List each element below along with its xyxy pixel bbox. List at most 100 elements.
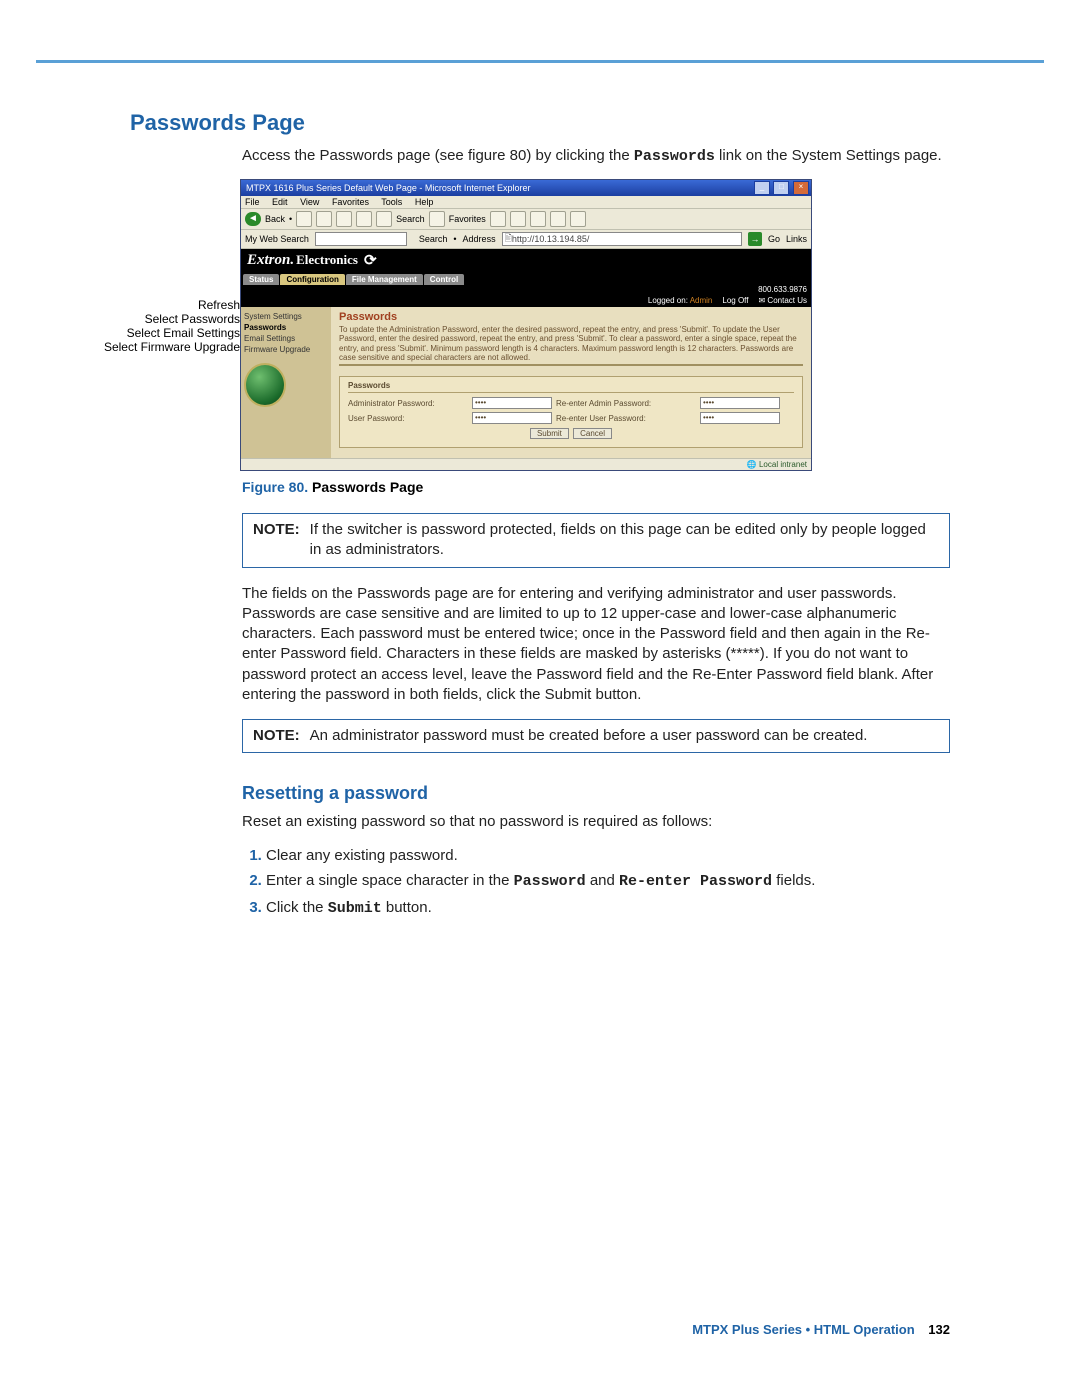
- tab-configuration[interactable]: Configuration: [280, 274, 344, 285]
- toolbar: ◄ Back • Search Favorites: [241, 209, 811, 230]
- mywebsearch-input[interactable]: [315, 232, 407, 246]
- step-2-e: fields.: [772, 872, 815, 889]
- menu-tools[interactable]: Tools: [381, 197, 402, 207]
- user-password-re-label: Re-enter User Password:: [556, 414, 696, 423]
- reset-heading: Resetting a password: [242, 783, 950, 804]
- go-button[interactable]: →: [748, 232, 762, 246]
- user-password-re-input[interactable]: ••••: [700, 412, 780, 424]
- close-button[interactable]: ×: [793, 181, 809, 195]
- sub-banner: 800.633.9876: [241, 285, 811, 296]
- search-icon[interactable]: [376, 211, 392, 227]
- logged-on-label: Logged on:: [648, 296, 688, 305]
- history-icon[interactable]: [490, 211, 506, 227]
- user-password-row: User Password: •••• Re-enter User Passwo…: [348, 412, 794, 424]
- menu-view[interactable]: View: [300, 197, 319, 207]
- submit-button[interactable]: Submit: [530, 428, 569, 439]
- minimize-button[interactable]: _: [754, 181, 770, 195]
- refresh-button[interactable]: [336, 211, 352, 227]
- status-text: Local intranet: [759, 460, 807, 469]
- body-paragraph: The fields on the Passwords page are for…: [242, 584, 950, 706]
- maximize-button[interactable]: □: [773, 181, 789, 195]
- window-titlebar: MTPX 1616 Plus Series Default Web Page -…: [241, 180, 811, 196]
- menu-favorites[interactable]: Favorites: [332, 197, 369, 207]
- intro-text-c: link on the System Settings page.: [715, 147, 942, 164]
- print-icon[interactable]: [530, 211, 546, 227]
- intro-paragraph: Access the Passwords page (see figure 80…: [242, 146, 950, 167]
- tab-control[interactable]: Control: [424, 274, 464, 285]
- forward-button[interactable]: [296, 211, 312, 227]
- cancel-button[interactable]: Cancel: [573, 428, 612, 439]
- admin-password-re-label: Re-enter Admin Password:: [556, 399, 696, 408]
- sidemenu-system-settings[interactable]: System Settings: [244, 311, 328, 322]
- menu-bar: File Edit View Favorites Tools Help: [241, 196, 811, 209]
- note-box-1: NOTE: If the switcher is password protec…: [242, 513, 950, 568]
- brand-extron: Extron: [247, 252, 290, 269]
- mywebsearch-label: My Web Search: [245, 234, 309, 244]
- address-label: Address: [463, 234, 496, 244]
- sub-banner-2: Logged on: Admin Log Off ✉ Contact Us: [241, 296, 811, 307]
- sidemenu-email-settings[interactable]: Email Settings: [244, 333, 328, 344]
- reset-steps: Clear any existing password. Enter a sin…: [242, 843, 950, 922]
- step-3-c: button.: [382, 899, 432, 916]
- toolbar-extra-icon[interactable]: [570, 211, 586, 227]
- user-password-input[interactable]: ••••: [472, 412, 552, 424]
- logoff-link[interactable]: Log Off: [722, 296, 748, 305]
- note-text-1: If the switcher is password protected, f…: [310, 520, 939, 561]
- mywebsearch-search-label[interactable]: Search: [419, 234, 448, 244]
- back-label[interactable]: Back: [265, 214, 285, 224]
- main-pane: Passwords To update the Administration P…: [331, 307, 811, 458]
- step-2-c: and: [586, 872, 619, 889]
- contact-link[interactable]: ✉ Contact Us: [758, 296, 807, 305]
- step-1: Clear any existing password.: [266, 843, 950, 869]
- address-input[interactable]: 🖹 http://10.13.194.85/: [502, 232, 742, 246]
- address-url: http://10.13.194.85/: [512, 234, 590, 244]
- links-label[interactable]: Links: [786, 234, 807, 244]
- reset-intro: Reset an existing password so that no pa…: [242, 812, 950, 832]
- ie-page-icon: 🖹: [505, 231, 512, 247]
- page-footer: MTPX Plus Series • HTML Operation 132: [692, 1322, 950, 1337]
- edit-icon[interactable]: [550, 211, 566, 227]
- menu-file[interactable]: File: [245, 197, 260, 207]
- figure-callouts: Refresh Select Passwords Select Email Se…: [90, 299, 240, 354]
- globe-icon: [244, 363, 286, 407]
- window-title: MTPX 1616 Plus Series Default Web Page -…: [243, 183, 753, 193]
- search-label[interactable]: Search: [396, 214, 425, 224]
- top-rule: [36, 60, 1044, 63]
- callout-firmware: Select Firmware Upgrade: [90, 341, 240, 355]
- globe-refresh-icon[interactable]: ⟳: [364, 251, 377, 270]
- button-row: Submit Cancel: [348, 428, 794, 439]
- step-2-reenter: Re-enter Password: [619, 873, 772, 890]
- admin-password-input[interactable]: ••••: [472, 397, 552, 409]
- callout-passwords: Select Passwords: [90, 313, 240, 327]
- tab-status[interactable]: Status: [243, 274, 279, 285]
- content: Passwords Page Access the Passwords page…: [130, 110, 950, 921]
- brand-electronics: Electronics: [296, 252, 358, 268]
- instructions-text: To update the Administration Password, e…: [339, 325, 803, 366]
- favorites-label[interactable]: Favorites: [449, 214, 486, 224]
- menu-edit[interactable]: Edit: [272, 197, 288, 207]
- user-password-label: User Password:: [348, 414, 468, 423]
- callout-email: Select Email Settings: [90, 327, 240, 341]
- admin-password-re-input[interactable]: ••••: [700, 397, 780, 409]
- tab-file-management[interactable]: File Management: [346, 274, 423, 285]
- back-button[interactable]: ◄: [245, 212, 261, 226]
- footer-text: MTPX Plus Series • HTML Operation: [692, 1322, 914, 1337]
- extron-banner: Extron. Electronics ⟳: [241, 249, 811, 271]
- side-menu: System Settings Passwords Email Settings…: [241, 307, 331, 458]
- passwords-box: Passwords Administrator Password: •••• R…: [339, 376, 803, 448]
- passwords-box-title: Passwords: [348, 381, 794, 393]
- step-1-text: Clear any existing password.: [266, 847, 458, 864]
- window-controls: _ □ ×: [753, 181, 809, 195]
- sidemenu-firmware-upgrade[interactable]: Firmware Upgrade: [244, 344, 328, 355]
- menu-help[interactable]: Help: [415, 197, 434, 207]
- mail-icon[interactable]: [510, 211, 526, 227]
- go-label[interactable]: Go: [768, 234, 780, 244]
- zone-intranet-icon: 🌐: [747, 460, 759, 469]
- sidemenu-passwords[interactable]: Passwords: [244, 322, 328, 333]
- ie-window: MTPX 1616 Plus Series Default Web Page -…: [240, 179, 812, 471]
- home-button[interactable]: [356, 211, 372, 227]
- stop-button[interactable]: [316, 211, 332, 227]
- favorites-icon[interactable]: [429, 211, 445, 227]
- note-box-2: NOTE: An administrator password must be …: [242, 719, 950, 753]
- note-label-2: NOTE:: [253, 726, 300, 746]
